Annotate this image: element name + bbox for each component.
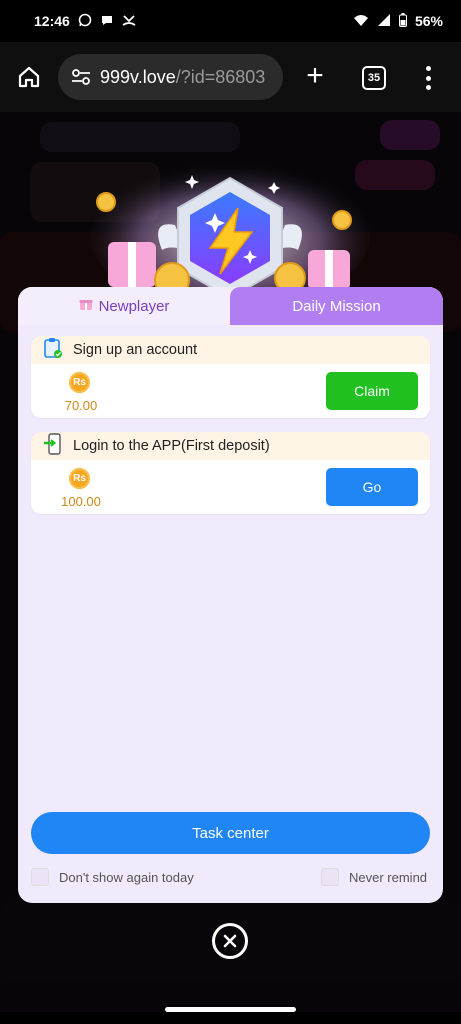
signal-icon xyxy=(377,13,391,29)
never-remind-label: Never remind xyxy=(349,869,428,885)
status-bar: 12:46 56% xyxy=(0,0,461,42)
rupee-coin-icon: Rs xyxy=(69,372,90,393)
never-remind-option[interactable]: Never remind xyxy=(321,868,427,886)
gift-icon xyxy=(79,297,93,315)
home-icon[interactable] xyxy=(14,62,44,92)
tab-newplayer[interactable]: Newplayer xyxy=(18,287,230,325)
task-body: Rs 70.00 Claim xyxy=(31,364,430,418)
close-icon[interactable] xyxy=(212,923,248,959)
site-settings-icon[interactable] xyxy=(68,64,94,90)
login-phone-icon xyxy=(43,433,63,459)
task-card-signup: Sign up an account Rs 70.00 Claim xyxy=(31,336,430,418)
tab-switcher-button[interactable]: 35 xyxy=(362,66,386,90)
url-host: 999v.love xyxy=(100,66,176,87)
rupee-coin-icon: Rs xyxy=(69,468,90,489)
battery-icon xyxy=(398,13,407,29)
tab-count: 35 xyxy=(367,72,381,84)
dont-show-today-checkbox[interactable] xyxy=(31,868,49,886)
task-body: Rs 100.00 Go xyxy=(31,460,430,514)
browser-toolbar: 999v.love/?id=86803 + 35 xyxy=(0,42,461,112)
task-header: Sign up an account xyxy=(31,336,430,364)
tab-daily-mission-label: Daily Mission xyxy=(292,297,381,315)
task-center-button[interactable]: Task center xyxy=(31,812,430,854)
gesture-bar[interactable] xyxy=(165,1007,296,1012)
address-bar[interactable]: 999v.love/?id=86803 xyxy=(58,54,283,100)
missed-call-icon xyxy=(122,13,136,29)
more-menu-icon[interactable] xyxy=(418,64,438,92)
task-reward: 70.00 xyxy=(64,398,98,413)
task-header: Login to the APP(First deposit) xyxy=(31,432,430,460)
clipboard-check-icon xyxy=(43,337,63,363)
claim-button[interactable]: Claim xyxy=(326,372,418,410)
status-time: 12:46 xyxy=(34,13,70,29)
never-remind-checkbox[interactable] xyxy=(321,868,339,886)
dont-show-today-option[interactable]: Don't show again today xyxy=(31,868,194,886)
task-title: Sign up an account xyxy=(73,342,198,358)
url-path: /?id=86803 xyxy=(175,66,266,87)
battery-percent: 56% xyxy=(414,13,443,29)
new-tab-icon[interactable]: + xyxy=(300,61,330,92)
tab-newplayer-label: Newplayer xyxy=(98,297,170,315)
chat-bubble-icon xyxy=(100,13,114,29)
go-button[interactable]: Go xyxy=(326,468,418,506)
task-modal: Newplayer Daily Mission Sign up an accou… xyxy=(18,287,443,903)
dont-show-today-label: Don't show again today xyxy=(59,869,194,885)
lightning-badge-icon xyxy=(90,160,370,300)
task-title: Login to the APP(First deposit) xyxy=(73,438,270,454)
whatsapp-icon xyxy=(78,13,92,29)
tab-daily-mission[interactable]: Daily Mission xyxy=(230,287,443,325)
wifi-icon xyxy=(353,13,369,29)
task-reward: 100.00 xyxy=(61,494,101,509)
task-card-first-deposit: Login to the APP(First deposit) Rs 100.0… xyxy=(31,432,430,514)
